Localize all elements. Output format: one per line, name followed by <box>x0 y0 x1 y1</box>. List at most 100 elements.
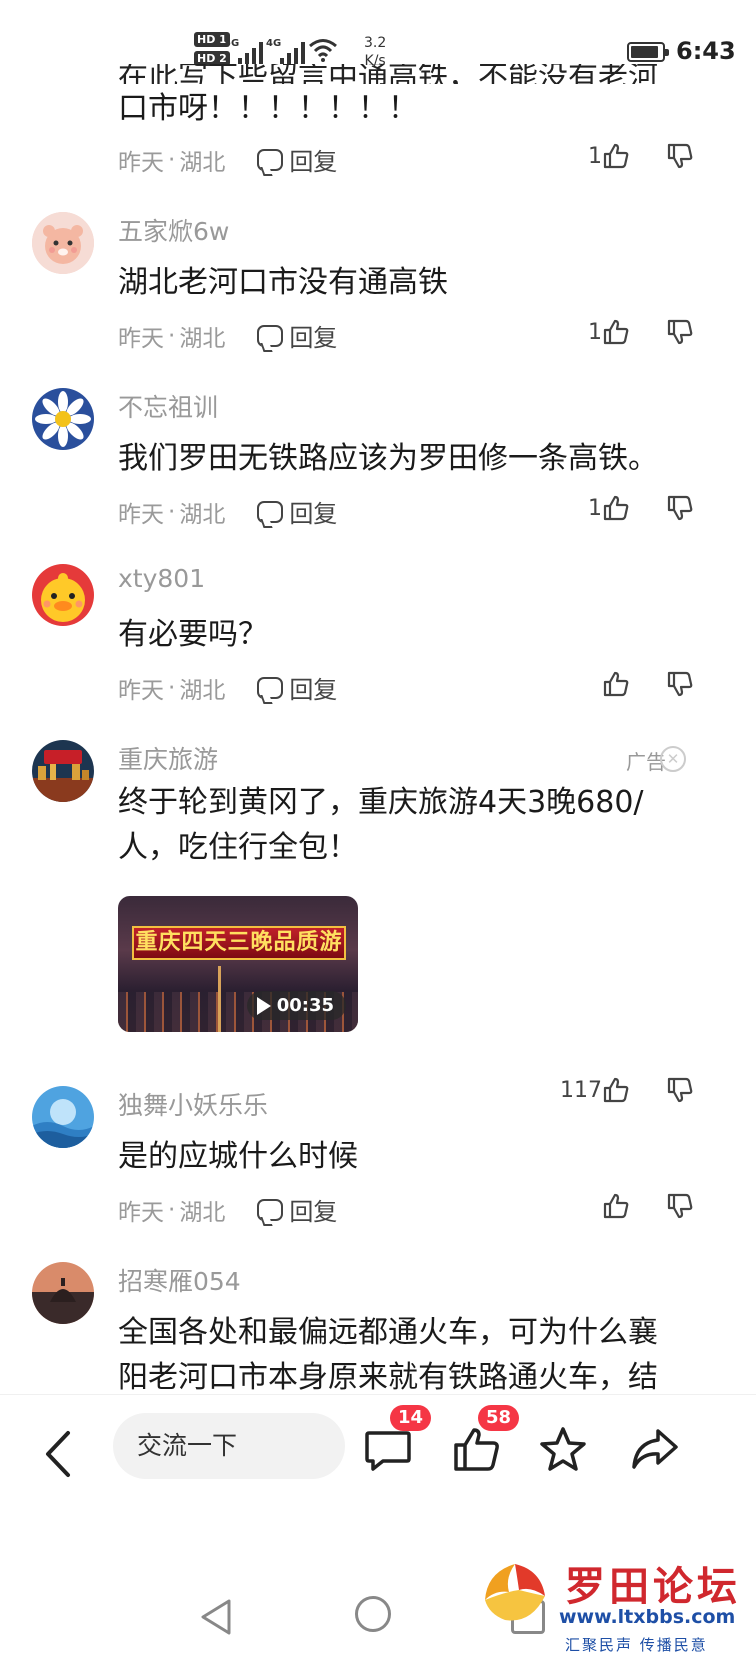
comment-username[interactable]: 招寒雁054 <box>118 1262 241 1298</box>
star-icon[interactable] <box>538 1425 588 1475</box>
ad-video-thumbnail[interactable]: 重庆四天三晚品质游 00:35 <box>118 896 358 1032</box>
comment-username[interactable]: 独舞小妖乐乐 <box>118 1086 268 1122</box>
reply-label: 回复 <box>289 324 338 352</box>
comment-text-cutoff: 在此写下些留言中通高铁，不能没有老河 <box>118 64 658 84</box>
comment-username[interactable]: 不忘祖训 <box>118 388 218 424</box>
like-count: 117 <box>560 1077 602 1103</box>
comment-username[interactable]: xty801 <box>118 564 205 593</box>
comment-time: 昨天 <box>118 1199 164 1226</box>
thumbs-down-icon <box>667 143 693 169</box>
thumbs-up-icon <box>603 671 629 697</box>
comment-location: 湖北 <box>179 677 226 704</box>
comment-location: 湖北 <box>179 1199 226 1226</box>
comment-username[interactable]: 五家焮6w <box>118 212 229 248</box>
avatar[interactable] <box>32 1086 94 1148</box>
dislike-button[interactable] <box>666 670 694 702</box>
reply-label: 回复 <box>289 676 338 704</box>
reply-button[interactable]: 回复 <box>257 142 337 177</box>
like-button[interactable]: 117 <box>560 1076 630 1104</box>
ad-avatar[interactable] <box>32 740 94 802</box>
reply-icon <box>257 1198 284 1221</box>
network-5g-label: 5G <box>224 38 240 49</box>
dislike-button[interactable] <box>666 494 694 526</box>
close-icon[interactable]: ✕ <box>660 746 686 772</box>
like-button[interactable]: 1 <box>588 318 630 346</box>
comment-location: 湖北 <box>179 149 226 176</box>
bear-avatar-icon <box>32 212 94 274</box>
like-count: 1 <box>588 143 602 169</box>
comment-time: 昨天 <box>118 677 164 704</box>
watermark-slogan: 汇聚民声 传播民意 <box>565 1636 708 1654</box>
avatar[interactable] <box>32 212 94 274</box>
comment-list[interactable]: 在此写下些留言中通高铁，不能没有老河 口市呀！！！！！！！ 昨天 · 湖北 回复… <box>0 60 756 1474</box>
comment-count-badge: 14 <box>390 1405 432 1431</box>
ad-text-line1: 终于轮到黄冈了，重庆旅游4天3晚680/ <box>118 785 644 820</box>
like-count: 1 <box>588 319 602 345</box>
reply-icon <box>257 148 284 171</box>
thumbs-up-icon <box>603 143 629 169</box>
reply-icon <box>257 676 284 699</box>
reply-icon <box>257 324 284 347</box>
like-count-badge: 58 <box>478 1405 520 1431</box>
reply-button[interactable]: 回复 <box>257 318 337 353</box>
like-button[interactable] <box>602 670 630 698</box>
avatar[interactable] <box>32 564 94 626</box>
comment-location: 湖北 <box>179 325 226 352</box>
like-count: 1 <box>588 495 602 521</box>
dislike-button[interactable] <box>666 1076 694 1108</box>
ad-username[interactable]: 重庆旅游 <box>118 740 218 776</box>
like-button[interactable]: 1 <box>588 142 630 170</box>
reply-button[interactable]: 回复 <box>257 670 337 705</box>
thumbs-up-icon <box>603 319 629 345</box>
comment-text-line1: 全国各处和最偏远都通火车，可为什么襄 <box>118 1315 658 1350</box>
comment-text: 湖北老河口市没有通高铁 <box>118 265 448 300</box>
thumbs-up-icon[interactable] <box>452 1425 502 1475</box>
dislike-button[interactable] <box>666 142 694 174</box>
nav-back-icon[interactable] <box>197 1597 237 1637</box>
bridge-tower <box>218 966 221 1032</box>
comment-meta: 昨天 · 湖北 回复 <box>118 1192 337 1227</box>
comment-time: 昨天 <box>118 325 164 352</box>
reply-label: 回复 <box>289 148 338 176</box>
dislike-button[interactable] <box>666 318 694 350</box>
comment-icon[interactable] <box>363 1425 413 1475</box>
comment-text: 我们罗田无铁路应该为罗田修一条高铁。 <box>118 441 658 476</box>
comment-text: 全国各处和最偏远都通火车，可为什么襄 阳老河口市本身原来就有铁路通火车，结 <box>118 1310 748 1400</box>
watermark-title: 罗田论坛 <box>565 1563 741 1610</box>
watermark-url: www.ltxbbs.com <box>559 1606 736 1628</box>
video-duration[interactable]: 00:35 <box>246 991 346 1020</box>
like-button[interactable]: 1 <box>588 494 630 522</box>
comment-text: 口市呀！！！！！！！ <box>118 91 418 126</box>
share-icon[interactable] <box>630 1425 680 1475</box>
duck-avatar-icon <box>32 564 94 626</box>
video-duration-text: 00:35 <box>276 995 334 1016</box>
ad-text: 终于轮到黄冈了，重庆旅游4天3晚680/ 人，吃住行全包！ <box>118 780 738 870</box>
like-button[interactable] <box>602 1192 630 1220</box>
reply-icon <box>257 500 284 523</box>
thumbs-up-icon <box>603 495 629 521</box>
bottom-action-bar: 交流一下 14 58 <box>0 1394 756 1514</box>
dome-avatar-icon <box>32 1262 94 1324</box>
reply-button[interactable]: 回复 <box>257 1192 337 1227</box>
comment-meta: 昨天 · 湖北 回复 <box>118 318 337 353</box>
avatar[interactable] <box>32 388 94 450</box>
thumbs-down-icon <box>667 1077 693 1103</box>
comment-time: 昨天 <box>118 149 164 176</box>
thumbs-down-icon <box>667 319 693 345</box>
dislike-button[interactable] <box>666 1192 694 1224</box>
reply-button[interactable]: 回复 <box>257 494 337 529</box>
comment-text: 是的应城什么时候 <box>118 1139 358 1174</box>
avatar[interactable] <box>32 1262 94 1324</box>
reply-label: 回复 <box>289 1198 338 1226</box>
back-arrow-icon[interactable] <box>40 1429 76 1479</box>
thumbs-up-icon <box>603 1077 629 1103</box>
comment-meta: 昨天 · 湖北 回复 <box>118 494 337 529</box>
forum-logo-icon <box>485 1564 545 1621</box>
comment-text: 有必要吗？ <box>118 617 268 652</box>
thumbs-down-icon <box>667 495 693 521</box>
comment-input[interactable]: 交流一下 <box>113 1413 345 1479</box>
comment-location: 湖北 <box>179 501 226 528</box>
daisy-avatar-icon <box>32 388 94 450</box>
nav-home-icon[interactable] <box>355 1596 391 1632</box>
sea-avatar-icon <box>32 1086 94 1148</box>
